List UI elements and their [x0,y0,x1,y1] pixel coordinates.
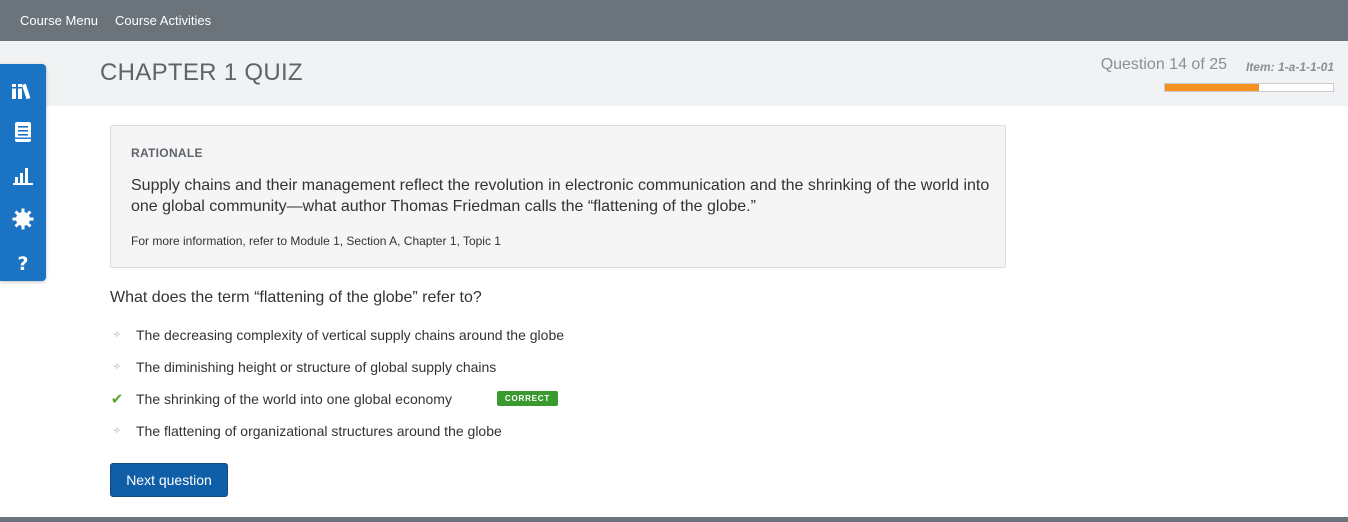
quiz-header: CHAPTER 1 QUIZ Question 14 of 25 Item: 1… [0,41,1348,106]
question-progress-text: Question 14 of 25 [1100,56,1227,73]
answer-label: The shrinking of the world into one glob… [136,391,452,407]
progress-bar-fill [1165,84,1260,91]
footer-bar [0,517,1348,522]
sidebar-toolbar: ? [0,64,46,281]
answer-label: The flattening of organizational structu… [136,423,502,439]
progress-bar [1164,83,1334,92]
answer-option: ⟡ The decreasing complexity of vertical … [110,327,710,349]
course-menu-link[interactable]: Course Menu [20,13,98,28]
answer-label: The decreasing complexity of vertical su… [136,327,565,343]
correct-badge: CORRECT [497,391,558,406]
rationale-body: Supply chains and their management refle… [131,177,990,215]
answer-option: ⟡ The flattening of organizational struc… [110,423,710,445]
checkmark-icon: ✔ [110,391,124,408]
next-question-button[interactable]: Next question [110,463,228,497]
page-title: CHAPTER 1 QUIZ [100,59,303,86]
diamond-icon: ⟡ [113,425,121,436]
answer-label: The diminishing height or structure of g… [136,359,497,375]
item-id: Item: 1-a-1-1-01 [1245,60,1334,74]
library-icon[interactable] [10,78,36,104]
answer-option: ⟡ The diminishing height or structure of… [110,359,710,381]
svg-text:?: ? [17,253,28,274]
diamond-icon: ⟡ [113,329,121,340]
question-text: What does the term “flattening of the gl… [110,289,482,306]
notebook-icon[interactable] [10,119,36,145]
course-activities-link[interactable]: Course Activities [115,13,211,28]
rationale-reference: For more information, refer to Module 1,… [131,234,501,248]
diamond-icon: ⟡ [113,361,121,372]
rationale-heading: RATIONALE [131,146,203,160]
top-nav-bar: Course Menu Course Activities [0,0,1348,41]
help-icon[interactable]: ? [10,250,36,276]
gear-icon[interactable] [10,206,36,232]
rationale-panel: RATIONALE Supply chains and their manage… [110,125,1006,268]
answer-option-correct: ✔ The shrinking of the world into one gl… [110,391,710,413]
bar-chart-icon[interactable] [10,162,36,188]
